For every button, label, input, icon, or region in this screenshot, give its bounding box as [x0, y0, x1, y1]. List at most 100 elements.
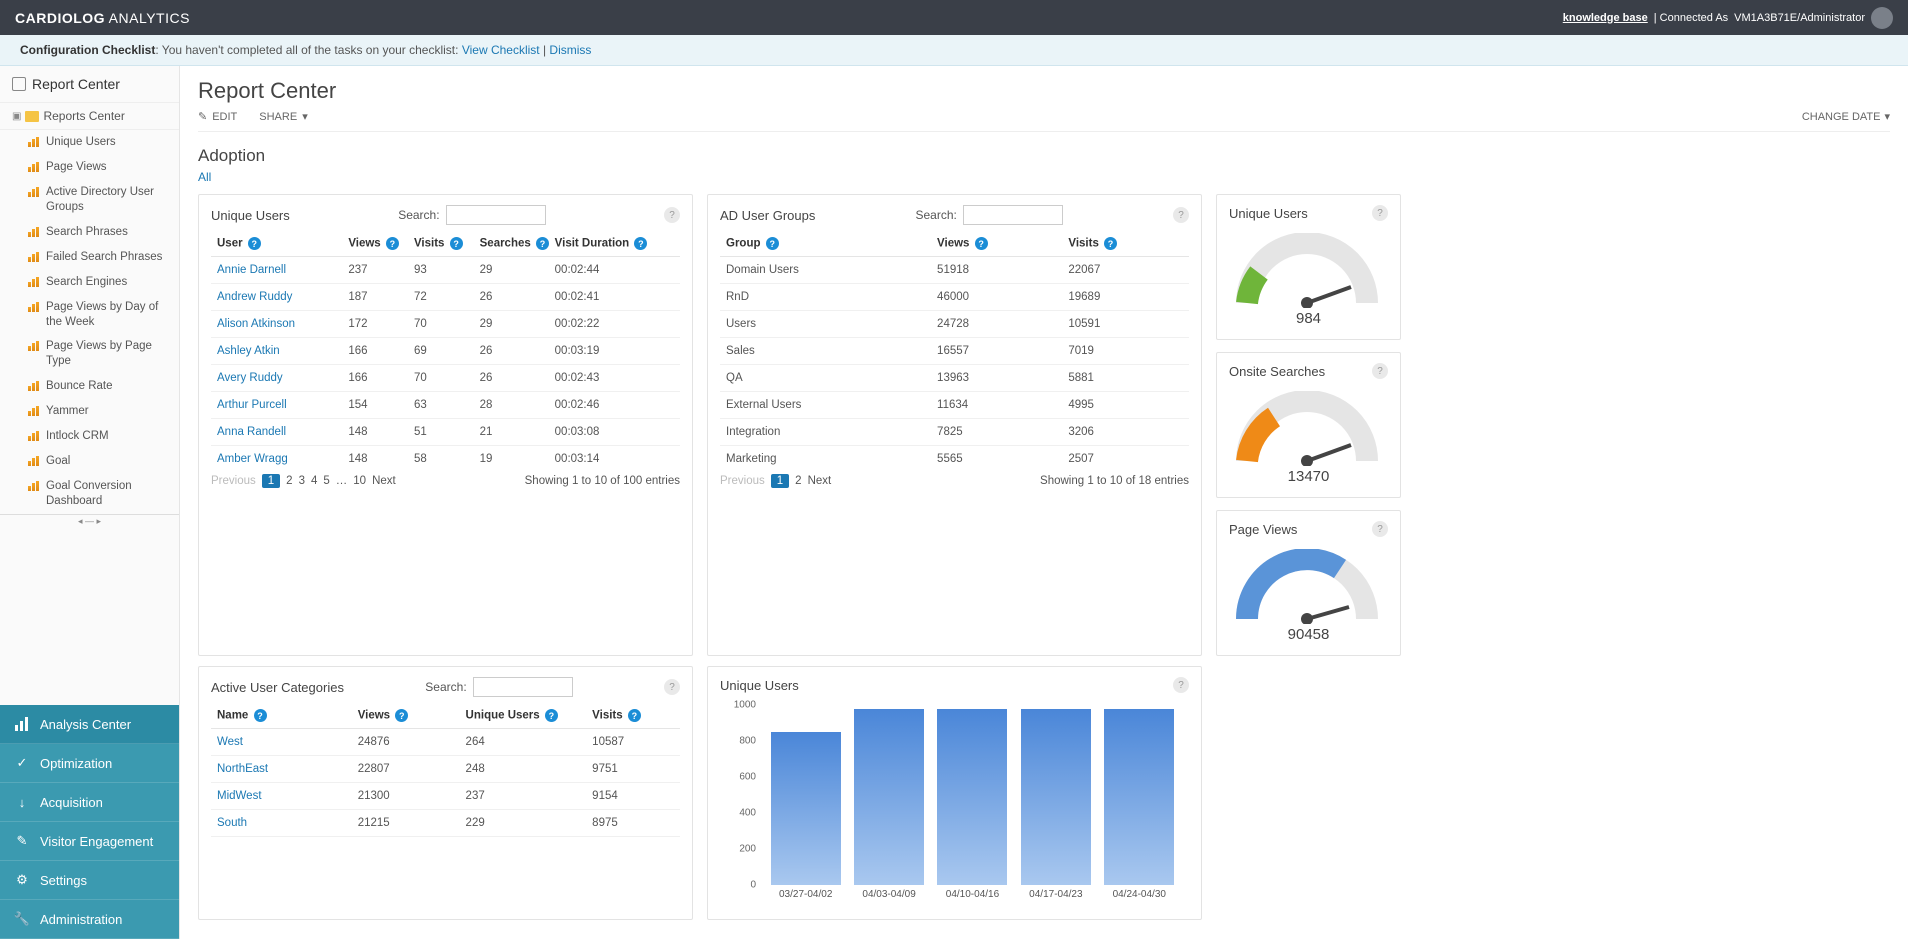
table-row: Domain Users5191822067: [720, 257, 1189, 284]
tree-item[interactable]: Unique Users: [28, 130, 179, 155]
sidebar: Report Center ▣ Reports Center Unique Us…: [0, 66, 180, 939]
help-icon[interactable]: ?: [1173, 677, 1189, 693]
dismiss-link[interactable]: Dismiss: [549, 43, 591, 57]
prev-button[interactable]: Previous: [211, 475, 256, 487]
info-icon[interactable]: ?: [536, 237, 549, 250]
page-number[interactable]: 5: [323, 475, 329, 487]
table-row: RnD4600019689: [720, 284, 1189, 311]
connected-user: VM1A3B71E/Administrator: [1734, 12, 1865, 24]
folder-icon: [25, 111, 39, 122]
sidebar-title: Report Center: [32, 76, 120, 92]
page-title: Report Center: [198, 78, 1890, 104]
help-icon[interactable]: ?: [1173, 207, 1189, 223]
page-number[interactable]: 2: [795, 475, 801, 487]
connected-sep: | Connected As: [1654, 12, 1728, 24]
view-checklist-link[interactable]: View Checklist: [462, 43, 540, 57]
edit-button[interactable]: ✎ EDIT: [198, 110, 237, 123]
brand-bold: CARDIOLOG: [15, 10, 105, 26]
showing-text: Showing 1 to 10 of 100 entries: [525, 475, 680, 487]
info-icon[interactable]: ?: [975, 237, 988, 250]
page-number[interactable]: 1: [771, 474, 789, 488]
table-row: Alison Atkinson172702900:02:22: [211, 311, 680, 338]
chart-bar: [1104, 709, 1174, 885]
help-icon[interactable]: ?: [1372, 205, 1388, 221]
visitor-engagement-icon: ✎: [14, 833, 30, 849]
knowledge-base-link[interactable]: knowledge base: [1563, 12, 1648, 24]
table-row: Marketing55652507: [720, 446, 1189, 467]
tree-item[interactable]: Page Views by Page Type: [28, 334, 179, 374]
tree-root[interactable]: ▣ Reports Center: [0, 103, 179, 130]
tree-item[interactable]: Failed Search Phrases: [28, 245, 179, 270]
checklist-banner: Configuration Checklist: You haven't com…: [0, 35, 1908, 66]
info-icon[interactable]: ?: [386, 237, 399, 250]
info-icon[interactable]: ?: [248, 237, 261, 250]
nav-item-analysis-center[interactable]: Analysis Center: [0, 705, 179, 744]
nav-item-settings[interactable]: ⚙Settings: [0, 861, 179, 900]
help-icon[interactable]: ?: [1372, 363, 1388, 379]
search-box: Search:: [916, 205, 1063, 225]
prev-button[interactable]: Previous: [720, 475, 765, 487]
info-icon[interactable]: ?: [254, 709, 267, 722]
info-icon[interactable]: ?: [395, 709, 408, 722]
sidebar-divider[interactable]: ◂ — ▸: [0, 514, 179, 528]
nav-item-acquisition[interactable]: ↓Acquisition: [0, 783, 179, 822]
expand-icon[interactable]: ▣: [12, 111, 21, 122]
tree-item[interactable]: Bounce Rate: [28, 374, 179, 399]
table-row: Anna Randell148512100:03:08: [211, 419, 680, 446]
nav-item-administration[interactable]: 🔧Administration: [0, 900, 179, 939]
nav-item-visitor-engagement[interactable]: ✎Visitor Engagement: [0, 822, 179, 861]
chart-bar: [937, 709, 1007, 885]
tree-item[interactable]: Active Directory User Groups: [28, 180, 179, 220]
panel-unique-users-chart: Unique Users ? 02004006008001000 03/27-0…: [707, 666, 1202, 920]
info-icon[interactable]: ?: [766, 237, 779, 250]
next-button[interactable]: Next: [808, 475, 832, 487]
gauge: 13470: [1229, 385, 1388, 487]
help-icon[interactable]: ?: [664, 207, 680, 223]
tree-item[interactable]: Yammer: [28, 399, 179, 424]
nav-item-optimization[interactable]: ✓Optimization: [0, 744, 179, 783]
topbar-right: knowledge base | Connected As VM1A3B71E/…: [1563, 7, 1893, 29]
search-input[interactable]: [446, 205, 546, 225]
help-icon[interactable]: ?: [1372, 521, 1388, 537]
info-icon[interactable]: ?: [450, 237, 463, 250]
tree-item[interactable]: Goal: [28, 449, 179, 474]
search-input[interactable]: [963, 205, 1063, 225]
page-number[interactable]: 3: [299, 475, 305, 487]
brand-light: ANALYTICS: [105, 10, 190, 26]
page-number[interactable]: 4: [311, 475, 317, 487]
chart-icon: [28, 162, 40, 172]
tree-item[interactable]: Search Phrases: [28, 220, 179, 245]
filter-all-link[interactable]: All: [198, 170, 1890, 184]
info-icon[interactable]: ?: [628, 709, 641, 722]
page-number[interactable]: 1: [262, 474, 280, 488]
next-button[interactable]: Next: [372, 475, 396, 487]
section-title: Adoption: [198, 146, 1890, 166]
page-number[interactable]: 10: [353, 475, 366, 487]
tree-item[interactable]: Search Engines: [28, 270, 179, 295]
help-icon[interactable]: ?: [664, 679, 680, 695]
tree-item[interactable]: Intlock CRM: [28, 424, 179, 449]
tree-item[interactable]: Goal Conversion Dashboard: [28, 474, 179, 514]
info-icon[interactable]: ?: [634, 237, 647, 250]
info-icon[interactable]: ?: [1104, 237, 1117, 250]
table-row: Users2472810591: [720, 311, 1189, 338]
table-row: Annie Darnell237932900:02:44: [211, 257, 680, 284]
search-input[interactable]: [473, 677, 573, 697]
chart-icon: [28, 431, 40, 441]
avatar[interactable]: [1871, 7, 1893, 29]
tree-item[interactable]: Page Views by Day of the Week: [28, 295, 179, 335]
page-number[interactable]: 2: [286, 475, 292, 487]
share-button[interactable]: SHARE ▾: [259, 110, 307, 123]
table-row: Avery Ruddy166702600:02:43: [211, 365, 680, 392]
change-date-button[interactable]: CHANGE DATE ▾: [1802, 110, 1890, 123]
chart-icon: [28, 137, 40, 147]
chart-icon: [28, 252, 40, 262]
chevron-down-icon: ▾: [302, 110, 308, 123]
chart-icon: [28, 406, 40, 416]
analysis-center-icon: [14, 716, 30, 732]
panel-gauge-page-views: Page Views? 90458: [1216, 510, 1401, 656]
info-icon[interactable]: ?: [545, 709, 558, 722]
page-number[interactable]: …: [336, 475, 348, 487]
tree-item[interactable]: Page Views: [28, 155, 179, 180]
bar-chart: 02004006008001000 03/27-04/0204/03-04/09…: [720, 699, 1189, 909]
